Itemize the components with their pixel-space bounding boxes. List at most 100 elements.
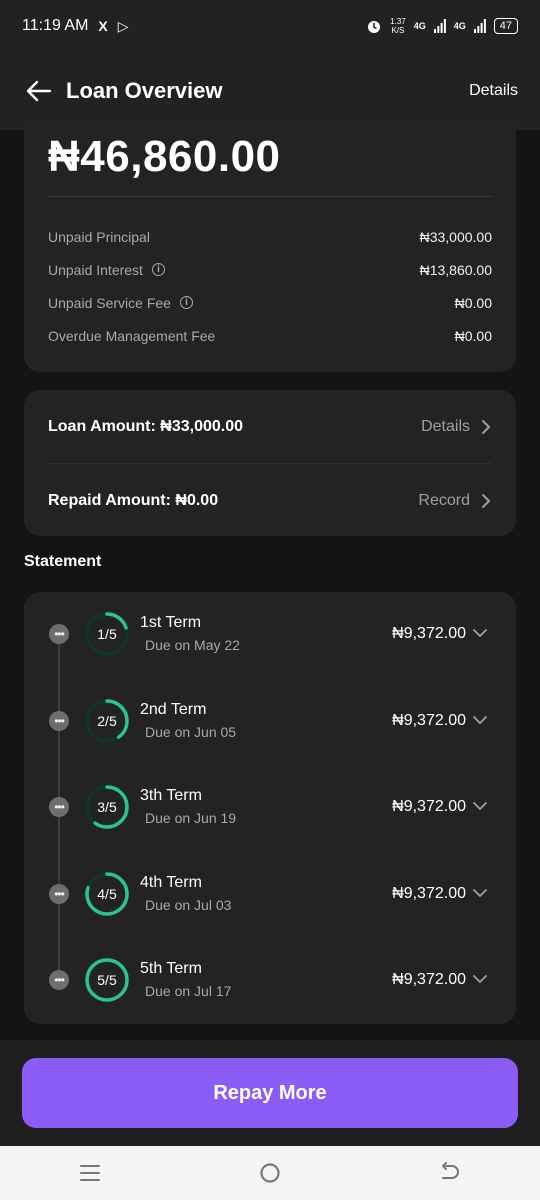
row-label: Overdue Management Fee — [48, 328, 215, 344]
term-fraction: 1/5 — [97, 626, 117, 642]
chevron-down-icon[interactable] — [472, 715, 488, 725]
term-row[interactable]: ••• 4/5 4th Term Due on Jul 03 ₦9,372.00 — [24, 852, 516, 938]
more-dots-icon: ••• — [49, 624, 69, 644]
battery-icon: 47 — [493, 18, 518, 34]
term-info: 4th Term Due on Jul 03 — [140, 874, 231, 913]
row-label-text: Overdue Management Fee — [48, 327, 216, 344]
record-label: Record — [418, 491, 470, 509]
term-info: 5th Term Due on Jul 17 — [140, 960, 231, 999]
info-icon[interactable]: i — [151, 263, 165, 276]
signal-icon-2 — [473, 19, 486, 33]
term-name: 3th Term — [140, 787, 202, 804]
home-circle-icon — [260, 1163, 280, 1183]
back-button[interactable] — [430, 1153, 470, 1193]
term-amount: ₦9,372.00 — [392, 625, 466, 642]
term-info: 3th Term Due on Jun 19 — [140, 787, 236, 826]
repay-more-button[interactable]: Repay More — [22, 1058, 518, 1128]
row-label: Unpaid Principal — [48, 229, 150, 245]
network-speed: 1.37 K/S — [390, 17, 406, 35]
speed-unit: K/S — [391, 26, 405, 35]
term-row[interactable]: ••• 2/5 2nd Term Due on Jun 05 ₦9,372.00 — [24, 679, 516, 765]
term-info: 1st Term Due on May 22 — [140, 614, 240, 653]
play-icon: ▷ — [117, 17, 129, 34]
back-arrow-icon — [442, 1162, 459, 1179]
divider — [48, 196, 492, 197]
network-type-2: 4G — [453, 21, 466, 31]
term-amount: ₦9,372.00 — [392, 971, 466, 988]
back-arrow-icon[interactable] — [24, 77, 52, 105]
term-name: 2nd Term — [140, 700, 207, 718]
menu-icon — [80, 1165, 100, 1181]
term-fraction: 3/5 — [97, 799, 117, 815]
row-label: Unpaid Interest i — [48, 262, 165, 278]
page-title: Loan Overview — [66, 78, 223, 103]
term-amount: ₦9,372.00 — [392, 884, 466, 902]
term-row[interactable]: ••• 5/5 5th Term Due on Jul 17 ₦9,372.00 — [24, 938, 516, 1024]
loan-details-link[interactable]: Details — [421, 418, 492, 436]
more-dots-icon: ••• — [49, 970, 69, 990]
chevron-down-icon[interactable] — [472, 888, 488, 898]
summary-row-service-fee: Unpaid Service Fee i ₦0.00 — [48, 286, 492, 319]
header-details-link[interactable]: Details — [469, 82, 518, 100]
total-outstanding: ₦46,860.00 — [48, 132, 281, 181]
menu-button[interactable] — [70, 1153, 110, 1193]
row-value: ₦0.00 — [454, 327, 492, 344]
more-dots-icon: ••• — [49, 883, 69, 904]
term-due-date: Due on May 22 — [145, 637, 240, 653]
term-due-date: Due on Jun 05 — [145, 723, 237, 740]
row-value: ₦13,860.00 — [419, 261, 492, 278]
term-due-date: Due on Jul 03 — [145, 896, 232, 913]
term-due-date: Due on Jun 19 — [145, 810, 237, 826]
term-amount: ₦9,372.00 — [392, 711, 466, 729]
statement-title: Statement — [24, 553, 102, 570]
speed-value: 1.37 — [390, 17, 406, 26]
term-fraction: 2/5 — [97, 712, 117, 729]
x-app-icon: X — [98, 18, 108, 34]
alarm-icon — [368, 21, 381, 33]
term-row[interactable]: ••• 3/5 3th Term Due on Jun 19 ₦9,372.00 — [24, 765, 516, 851]
system-nav-bar — [0, 1146, 540, 1200]
loan-amount-row[interactable]: Loan Amount: ₦33,000.00 Details — [48, 390, 492, 463]
row-value: ₦0.00 — [454, 294, 492, 311]
chevron-down-icon[interactable] — [472, 801, 488, 811]
summary-row-overdue-fee: Overdue Management Fee ₦0.00 — [48, 319, 492, 352]
network-type-1: 4G — [413, 21, 426, 31]
term-due-date: Due on Jul 17 — [145, 983, 232, 999]
row-label-text: Unpaid Interest — [48, 261, 143, 278]
summary-row-principal: Unpaid Principal ₦33,000.00 — [48, 220, 492, 253]
term-info: 2nd Term Due on Jun 05 — [140, 701, 236, 740]
signal-icon — [433, 19, 446, 33]
chevron-right-icon — [482, 493, 491, 508]
repaid-amount-row[interactable]: Repaid Amount: ₦0.00 Record — [48, 463, 492, 537]
row-label-text: Unpaid Service Fee — [48, 294, 171, 311]
record-link[interactable]: Record — [418, 492, 492, 510]
home-button[interactable] — [250, 1153, 290, 1193]
info-icon[interactable]: i — [179, 296, 193, 309]
summary-card: ₦46,860.00 Unpaid Principal ₦33,000.00 U… — [24, 118, 516, 372]
summary-row-interest: Unpaid Interest i ₦13,860.00 — [48, 253, 492, 286]
term-name: 1st Term — [140, 614, 202, 631]
more-dots-icon: ••• — [49, 710, 69, 731]
status-bar: 11:19 AM X ▷ 1.37 K/S 4G 4G 47 — [0, 0, 540, 52]
chevron-right-icon — [482, 419, 491, 434]
term-name: 4th Term — [140, 873, 202, 891]
summary-rows: Unpaid Principal ₦33,000.00 Unpaid Inter… — [48, 220, 492, 352]
more-dots-icon: ••• — [49, 797, 69, 817]
amount-card: Loan Amount: ₦33,000.00 Details Repaid A… — [24, 390, 516, 536]
row-value: ₦33,000.00 — [419, 228, 492, 245]
loan-details-label: Details — [421, 417, 470, 435]
term-row[interactable]: ••• 1/5 1st Term Due on May 22 ₦9,372.00 — [24, 592, 516, 678]
loan-amount-label: Loan Amount: ₦33,000.00 — [48, 417, 244, 435]
term-fraction: 4/5 — [97, 885, 117, 902]
row-label: Unpaid Service Fee i — [48, 295, 193, 311]
term-amount: ₦9,372.00 — [392, 798, 466, 815]
status-right: 1.37 K/S 4G 4G 47 — [366, 17, 518, 35]
term-name: 5th Term — [140, 960, 202, 977]
status-left: 11:19 AM X ▷ — [22, 17, 129, 35]
app-bar-left: Loan Overview — [24, 77, 223, 105]
statement-card: ••• 1/5 1st Term Due on May 22 ₦9,372.00… — [24, 592, 516, 1024]
chevron-down-icon[interactable] — [472, 974, 488, 984]
chevron-down-icon[interactable] — [472, 628, 488, 638]
row-label-text: Unpaid Principal — [48, 228, 150, 245]
repaid-amount-label: Repaid Amount: ₦0.00 — [48, 491, 219, 509]
